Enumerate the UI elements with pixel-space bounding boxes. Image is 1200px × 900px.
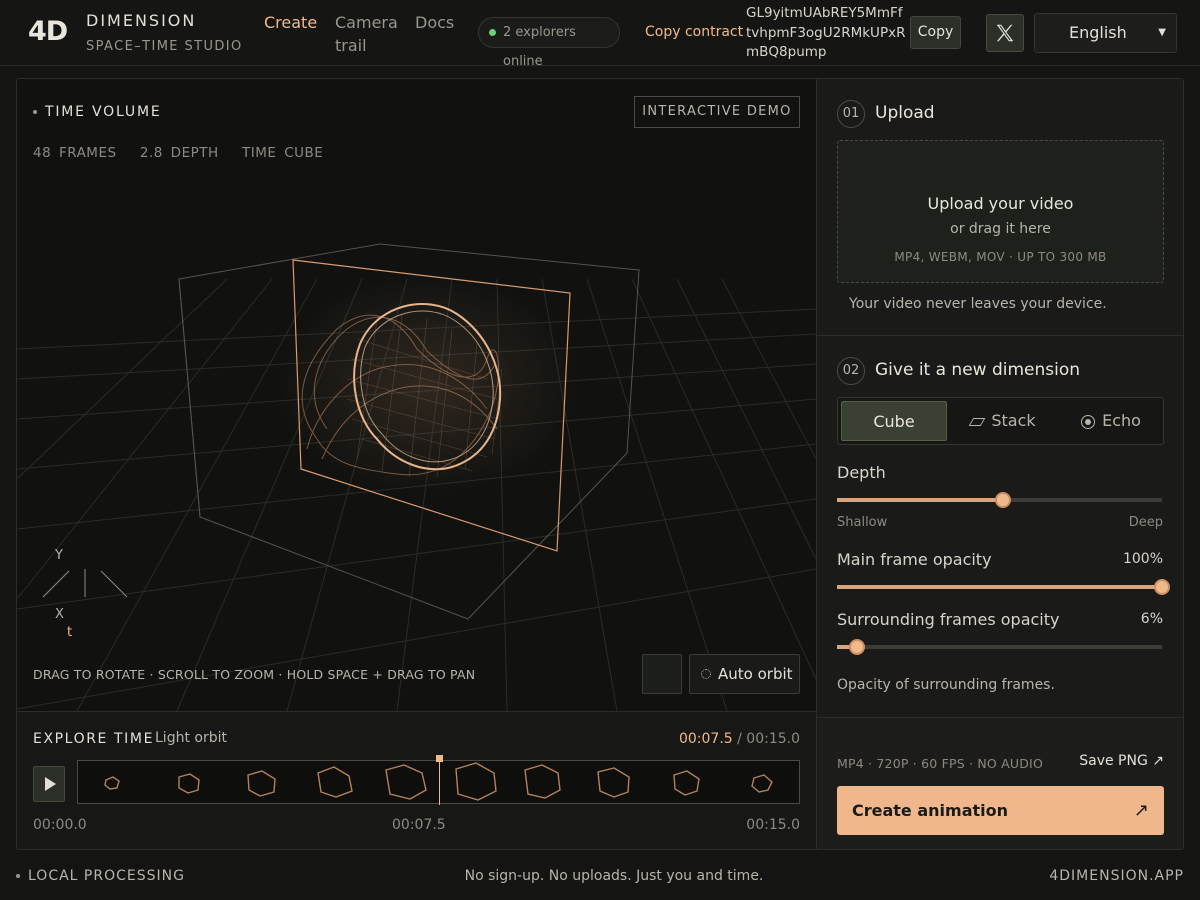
interactive-demo-badge[interactable]: INTERACTIVE DEMO bbox=[634, 96, 800, 128]
chevron-down-icon: ▼ bbox=[1158, 27, 1166, 38]
viewport-title-text: TIME VOLUME bbox=[45, 104, 162, 120]
upload-title: Upload bbox=[875, 103, 935, 123]
auto-orbit-label: Auto orbit bbox=[718, 665, 793, 683]
mode-cube[interactable]: Cube bbox=[841, 401, 947, 441]
main-opacity-value: 100% bbox=[1122, 551, 1163, 567]
footer-domain[interactable]: 4DIMENSION.APP bbox=[1049, 868, 1184, 884]
viewport-title: TIME VOLUME bbox=[33, 104, 161, 120]
main-opacity-handle[interactable] bbox=[1154, 579, 1170, 595]
dropzone-formats: MP4, WEBM, MOV · UP TO 300 MB bbox=[894, 250, 1107, 264]
save-png-button[interactable]: Save PNG ↗ bbox=[1079, 753, 1164, 769]
stack-icon bbox=[969, 417, 986, 426]
x-logo-icon bbox=[996, 24, 1014, 42]
surround-opacity-handle[interactable] bbox=[848, 639, 865, 655]
timeline-mode[interactable]: Light orbit bbox=[155, 730, 227, 746]
top-bar: 4D DIMENSION SPACE–TIME STUDIO Create Ca… bbox=[0, 0, 1200, 69]
timeline-panel: EXPLORE TIME Light orbit 00:07.5 / 00:15… bbox=[17, 711, 816, 849]
privacy-note: Your video never leaves your device. bbox=[849, 296, 1107, 312]
x-social-button[interactable] bbox=[986, 14, 1024, 52]
brand-subtitle: SPACE–TIME STUDIO bbox=[86, 39, 243, 54]
dropzone-subtitle: or drag it here bbox=[950, 221, 1051, 237]
mode-stack[interactable]: Stack bbox=[950, 401, 1057, 441]
mode-stack-label: Stack bbox=[991, 411, 1036, 430]
dimension-title: Give it a new dimension bbox=[875, 360, 1081, 380]
volume-stats: 48 FRAMES 2.8 DEPTH TIME CUBE bbox=[33, 145, 324, 161]
create-animation-label: Create animation bbox=[852, 801, 1009, 820]
export-section: MP4 · 720P · 60 FPS · NO AUDIO Save PNG … bbox=[817, 717, 1183, 849]
playhead[interactable] bbox=[435, 755, 443, 805]
timeline-scrubber[interactable] bbox=[77, 755, 800, 805]
auto-orbit-button[interactable]: Auto orbit bbox=[689, 654, 800, 694]
upload-dropzone[interactable]: Upload your video or drag it here MP4, W… bbox=[837, 140, 1164, 283]
timeline-start: 00:00.0 bbox=[33, 817, 87, 833]
export-format: MP4 · 720P · 60 FPS · NO AUDIO bbox=[837, 756, 1043, 771]
axis-y-label: Y bbox=[54, 548, 63, 563]
time-cube-scene[interactable]: Y X t bbox=[17, 79, 816, 711]
dropzone-title: Upload your video bbox=[927, 194, 1074, 213]
mode-echo-label: Echo bbox=[1102, 411, 1141, 430]
online-count: 2 explorers online bbox=[503, 25, 576, 69]
axis-gizmo bbox=[42, 569, 128, 598]
depth-label: Depth bbox=[837, 463, 886, 482]
surround-opacity-value: 6% bbox=[1140, 611, 1163, 627]
orbit-icon bbox=[701, 669, 711, 679]
copy-contract-label[interactable]: Copy contract bbox=[645, 24, 743, 40]
echo-icon bbox=[1081, 414, 1096, 429]
nav-camera-trail[interactable]: Camera trail bbox=[335, 11, 401, 57]
language-value: English bbox=[1069, 23, 1127, 42]
opacity-note: Opacity of surrounding frames. bbox=[837, 677, 1055, 693]
online-status-pill: 2 explorers online bbox=[478, 17, 620, 69]
surround-opacity-slider[interactable] bbox=[837, 639, 1162, 655]
bullet-icon bbox=[33, 110, 37, 114]
playhead-handle[interactable] bbox=[435, 755, 443, 762]
axis-t-label: t bbox=[67, 625, 72, 640]
depth-slider-fill bbox=[837, 498, 1003, 502]
total-time: / 00:15.0 bbox=[737, 731, 800, 747]
depth-slider-handle[interactable] bbox=[994, 492, 1011, 508]
surround-opacity-label: Surrounding frames opacity bbox=[837, 610, 1060, 629]
depth-max-label: Deep bbox=[1128, 515, 1163, 530]
contract-address: GL9yitmUAbREY5MmFftvhpmF3ogU2RMkUPxRmBQ8… bbox=[746, 5, 906, 60]
language-select[interactable]: English ▼ bbox=[1034, 13, 1177, 53]
depth-slider[interactable] bbox=[837, 492, 1162, 508]
arrow-up-right-icon: ↗ bbox=[1133, 800, 1149, 821]
controls-sidebar: 01 Upload Upload your video or drag it h… bbox=[816, 79, 1183, 849]
main-opacity-label: Main frame opacity bbox=[837, 550, 992, 569]
upload-section: 01 Upload Upload your video or drag it h… bbox=[817, 79, 1183, 336]
create-animation-button[interactable]: Create animation ↗ bbox=[837, 786, 1164, 835]
axis-x-label: X bbox=[55, 607, 64, 622]
main-opacity-fill bbox=[837, 585, 1162, 589]
current-time: 00:07.5 bbox=[678, 731, 733, 747]
step-number: 01 bbox=[837, 100, 865, 128]
timeline-mid: 00:07.5 bbox=[392, 817, 446, 833]
nav-create[interactable]: Create bbox=[264, 11, 317, 34]
brand-name: DIMENSION bbox=[86, 11, 197, 30]
mode-selector: Cube Stack Echo bbox=[837, 397, 1164, 445]
studio-panel: Y X t TIME VOLUME INTERACTIVE DEMO 48 FR… bbox=[16, 78, 1184, 850]
fullscreen-button[interactable] bbox=[642, 654, 682, 694]
step-number-2: 02 bbox=[837, 357, 865, 385]
timeline-title: EXPLORE TIME bbox=[33, 731, 155, 747]
nav-docs[interactable]: Docs bbox=[415, 11, 454, 34]
online-dot-icon bbox=[489, 29, 496, 36]
copy-button[interactable]: Copy bbox=[910, 16, 961, 49]
mode-echo[interactable]: Echo bbox=[1060, 401, 1162, 441]
play-button[interactable] bbox=[33, 766, 65, 802]
timeline-end: 00:15.0 bbox=[746, 817, 800, 833]
logo[interactable]: 4D bbox=[28, 16, 68, 47]
time-volume-viewport[interactable]: Y X t TIME VOLUME INTERACTIVE DEMO 48 FR… bbox=[17, 79, 816, 711]
controls-help-text: DRAG TO ROTATE · SCROLL TO ZOOM · HOLD S… bbox=[33, 667, 476, 682]
depth-min-label: Shallow bbox=[837, 515, 888, 530]
main-opacity-slider[interactable] bbox=[837, 579, 1170, 595]
footer-tagline: No sign-up. No uploads. Just you and tim… bbox=[464, 868, 764, 884]
timeline-time-readout: 00:07.5 / 00:15.0 bbox=[679, 731, 800, 747]
